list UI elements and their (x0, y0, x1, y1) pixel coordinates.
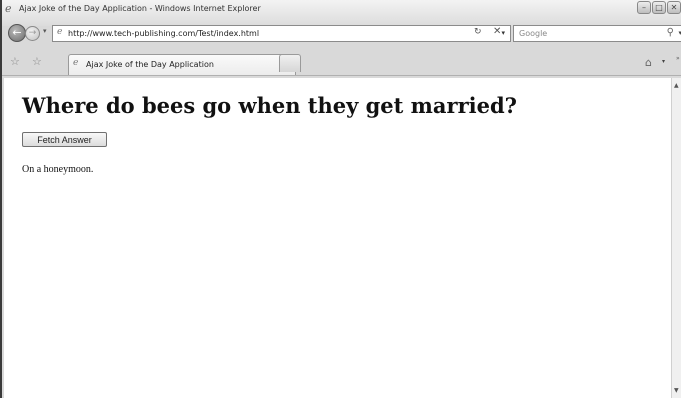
ie-logo-icon: ℯ (5, 2, 12, 15)
tab-label: Ajax Joke of the Day Application (86, 60, 214, 69)
joke-question: Where do bees go when they get married? (22, 93, 517, 118)
tab-bar: ☆ ☆ ℯ Ajax Joke of the Day Application ⌂… (2, 48, 681, 76)
navigation-bar: ← → ▾ ℯ http://www.tech-publishing.com/T… (2, 22, 681, 46)
url-text: http://www.tech-publishing.com/Test/inde… (68, 29, 260, 38)
new-tab-button[interactable] (279, 54, 301, 72)
favorites-star-icon[interactable]: ☆ (10, 55, 20, 68)
scroll-up-icon[interactable]: ▲ (674, 82, 679, 89)
forward-button[interactable]: → (25, 26, 40, 41)
search-placeholder: Google (519, 29, 548, 38)
add-favorites-icon[interactable]: ☆ (32, 55, 42, 68)
tab-active[interactable]: ℯ Ajax Joke of the Day Application (68, 54, 296, 75)
page-icon: ℯ (57, 27, 63, 37)
search-box[interactable]: Google ⚲ ▾ (513, 25, 681, 42)
joke-answer: On a honeymoon. (22, 164, 94, 175)
history-dropdown-icon[interactable]: ▾ (43, 27, 47, 35)
fetch-answer-button[interactable]: Fetch Answer (22, 132, 107, 147)
window-controls: – □ ✕ (636, 1, 681, 15)
home-dropdown-icon[interactable]: ▾ (662, 58, 665, 65)
scroll-down-icon[interactable]: ▼ (674, 387, 679, 394)
maximize-button[interactable]: □ (652, 1, 666, 14)
page-content: Where do bees go when they get married? … (4, 78, 671, 398)
home-icon[interactable]: ⌂ (645, 56, 652, 69)
address-dropdown-icon[interactable]: ▾ (501, 29, 505, 37)
stop-icon[interactable]: ✕ (493, 26, 501, 37)
browser-window: ℯ Ajax Joke of the Day Application - Win… (0, 0, 681, 398)
address-bar[interactable]: ℯ http://www.tech-publishing.com/Test/in… (52, 25, 511, 42)
tab-page-icon: ℯ (73, 58, 79, 68)
close-button[interactable]: ✕ (667, 1, 681, 14)
search-icon[interactable]: ⚲ (667, 27, 674, 38)
window-title: Ajax Joke of the Day Application - Windo… (19, 4, 261, 13)
back-button[interactable]: ← (8, 24, 26, 42)
minimize-button[interactable]: – (637, 1, 651, 14)
refresh-icon[interactable]: ↻ (474, 27, 482, 37)
vertical-scrollbar[interactable]: ▲ ▼ (671, 78, 681, 398)
more-tools-icon[interactable]: » (676, 55, 680, 62)
